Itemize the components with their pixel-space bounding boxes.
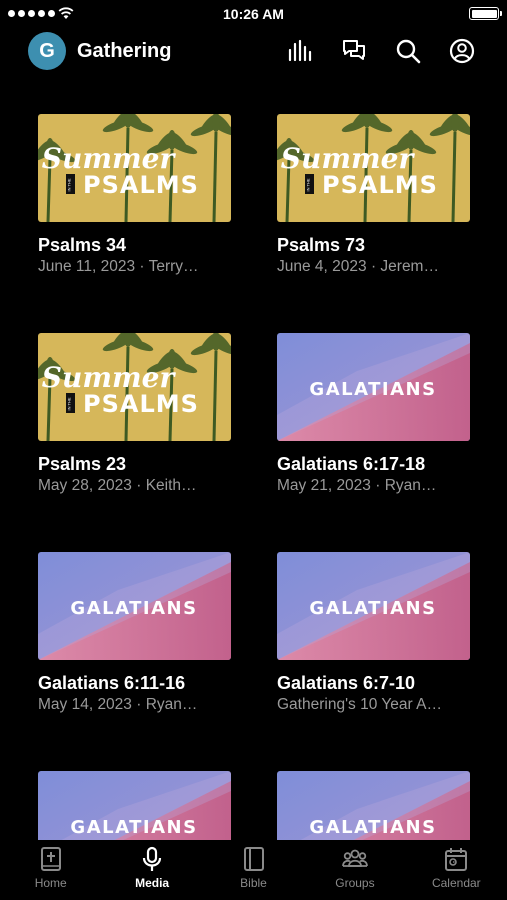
tab-label: Groups [335,876,375,890]
artwork-main-text: GALATIANS [70,598,197,619]
audio-bars-icon [288,39,312,62]
summer-psalms-artwork: Summer IN THE PSALMS [277,114,470,222]
artwork-main-text: PSALMS [83,390,199,418]
tab-label: Home [34,876,67,890]
sermon-title: Psalms 23 [38,454,127,474]
sermon-meta: May 28, 2023 · Keith… [38,477,197,494]
sermon-meta: Gathering's 10 Year A… [277,696,442,713]
tab-label: Bible [240,876,267,890]
tab-home[interactable]: Home [0,840,101,900]
summer-psalms-artwork: Summer IN THE PSALMS [38,114,231,222]
tab-bible[interactable]: Bible [203,840,304,900]
sermon-meta: June 11, 2023 · Terry… [38,258,199,275]
status-time: 10:26 AM [223,6,284,22]
galatians-artwork: GALATIANS [277,552,470,660]
tab-label: Calendar [431,876,481,890]
sermon-meta: May 21, 2023 · Ryan… [277,477,437,494]
church-logo[interactable]: G [28,32,66,70]
sermon-thumbnail[interactable]: GALATIANS [277,771,470,840]
media-card[interactable]: Summer IN THE PSALMS Psalms 23 May 28, 20… [38,333,231,496]
user-circle-icon [449,38,475,64]
sermon-title: Galatians 6:7-10 [277,673,416,693]
microphone-icon [143,846,162,871]
artwork-main-text: GALATIANS [70,817,197,838]
media-card[interactable]: GALATIANS Galatians 6:17-18 May 21, 2023 … [277,333,470,496]
artwork-main-text: PSALMS [83,171,199,199]
sermon-meta: May 14, 2023 · Ryan… [38,696,198,713]
sermon-thumbnail[interactable]: GALATIANS [277,552,470,660]
search-icon [396,39,421,64]
svg-text:IN THE: IN THE [67,397,72,410]
media-card[interactable]: GALATIANS Galatians 6:7-10 Gathering's 10… [277,552,470,715]
sermon-thumbnail[interactable]: Summer IN THE PSALMS [38,114,231,222]
media-card[interactable]: GALATIANS [38,771,231,840]
artwork-main-text: PSALMS [322,171,438,199]
battery-icon [469,7,502,20]
app-title: Gathering [77,40,172,62]
home-bible-icon [40,847,61,871]
sermon-meta: June 4, 2023 · Jerem… [277,258,439,275]
tab-label: Media [135,876,170,890]
sermon-thumbnail[interactable]: GALATIANS [277,333,470,441]
book-icon [243,847,264,871]
svg-text:IN THE: IN THE [67,178,72,191]
header-actions [285,36,477,66]
galatians-artwork: GALATIANS [277,771,470,840]
messages-button[interactable] [339,36,369,66]
media-grid: Summer IN THE PSALMS Psalms 34 June 11, 2… [0,114,507,840]
calendar-icon [445,848,468,871]
galatians-artwork: GALATIANS [277,333,470,441]
galatians-artwork: GALATIANS [38,771,231,840]
summer-psalms-artwork: Summer IN THE PSALMS [38,333,231,441]
sermon-title: Psalms 73 [277,235,366,255]
status-bar: 10:26 AM [0,0,507,28]
artwork-main-text: GALATIANS [309,817,436,838]
artwork-main-text: GALATIANS [309,598,436,619]
galatians-artwork: GALATIANS [38,552,231,660]
artwork-main-text: GALATIANS [309,379,436,400]
sermon-title: Galatians 6:17-18 [277,454,426,474]
profile-button[interactable] [447,36,477,66]
sermon-thumbnail[interactable]: Summer IN THE PSALMS [38,333,231,441]
tab-groups[interactable]: Groups [304,840,405,900]
groups-icon [342,849,368,867]
sermon-thumbnail[interactable]: GALATIANS [38,771,231,840]
search-button[interactable] [393,36,423,66]
sermon-title: Psalms 34 [38,235,127,255]
app-header: G Gathering [0,32,507,72]
tab-bar: Home Media Bible Groups Calendar [0,840,507,900]
svg-text:IN THE: IN THE [306,178,311,191]
media-card[interactable]: GALATIANS [277,771,470,840]
media-card[interactable]: Summer IN THE PSALMS Psalms 34 June 11, 2… [38,114,231,277]
sermon-thumbnail[interactable]: GALATIANS [38,552,231,660]
tab-media[interactable]: Media [101,840,202,900]
media-card[interactable]: GALATIANS Galatians 6:11-16 May 14, 2023 … [38,552,231,715]
sermon-title: Galatians 6:11-16 [38,673,186,693]
live-audio-button[interactable] [285,36,315,66]
sermon-thumbnail[interactable]: Summer IN THE PSALMS [277,114,470,222]
tab-calendar[interactable]: Calendar [406,840,507,900]
media-card[interactable]: Summer IN THE PSALMS Psalms 73 June 4, 20… [277,114,470,277]
chat-bubbles-icon [343,40,365,60]
